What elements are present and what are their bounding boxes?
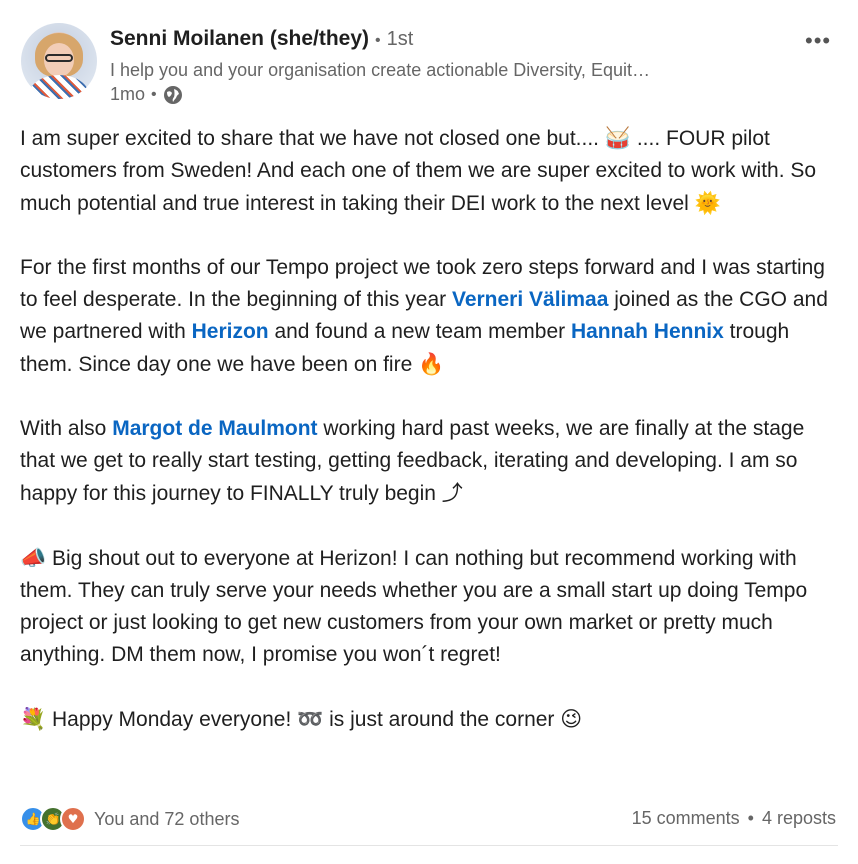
arrow-up-icon: ⤴: [441, 481, 463, 505]
love-icon: ♥: [60, 806, 86, 832]
loop-icon: ➿: [297, 707, 324, 731]
text-segment: Big shout out to everyone at Herizon! I …: [20, 547, 808, 666]
sun-icon: 🌞: [694, 191, 721, 215]
text-segment: and found a new team member: [268, 320, 571, 343]
meta-separator: •: [151, 85, 157, 103]
reactions-summary[interactable]: 👍 👏 ♥ You and 72 others: [20, 806, 239, 832]
post-paragraph-1: I am super excited to share that we have…: [20, 122, 840, 220]
divider: [20, 845, 838, 846]
reactions-count[interactable]: You and 72 others: [94, 809, 239, 830]
post-paragraph-3: With also Margot de Maulmont working har…: [20, 413, 840, 510]
bouquet-icon: 💐: [20, 707, 47, 731]
mention-margot[interactable]: Margot de Maulmont: [112, 417, 317, 440]
fire-icon: 🔥: [418, 352, 445, 376]
more-options-icon[interactable]: •••: [805, 30, 831, 52]
mention-hannah[interactable]: Hannah Hennix: [571, 320, 724, 343]
author-name-row: Senni Moilanen (she/they) • 1st: [110, 27, 413, 51]
text-segment: Happy Monday everyone!: [46, 708, 298, 731]
wink-icon: 😉: [560, 707, 583, 731]
mention-herizon[interactable]: Herizon: [192, 320, 269, 343]
author-avatar[interactable]: [21, 23, 97, 99]
feed-post: Senni Moilanen (she/they) • 1st I help y…: [0, 0, 858, 864]
avatar-body: [29, 75, 89, 99]
text-segment: I am super excited to share that we have…: [20, 127, 605, 150]
stats-separator: •: [747, 808, 754, 828]
post-paragraph-4: 📣 Big shout out to everyone at Herizon! …: [20, 542, 840, 671]
post-meta: 1mo •: [110, 84, 183, 105]
drum-icon: 🥁: [604, 126, 631, 150]
mention-verneri[interactable]: Verneri Välimaa: [452, 288, 608, 311]
text-segment: With also: [20, 417, 113, 440]
comments-count[interactable]: 15 comments: [632, 808, 740, 829]
post-time[interactable]: 1mo: [110, 84, 145, 105]
globe-icon: [163, 85, 183, 105]
author-headline[interactable]: I help you and your organisation create …: [110, 60, 650, 81]
text-segment: is just around the corner: [323, 708, 561, 731]
reposts-count[interactable]: 4 reposts: [762, 808, 836, 829]
post-text: I am super excited to share that we have…: [20, 122, 840, 736]
author-name[interactable]: Senni Moilanen (she/they): [110, 27, 369, 51]
name-separator: •: [375, 32, 381, 49]
post-stats: 15 comments • 4 reposts: [632, 808, 836, 829]
post-paragraph-5: 💐 Happy Monday everyone! ➿ is just aroun…: [20, 703, 840, 736]
megaphone-icon: 📣: [20, 546, 47, 570]
post-paragraph-2: For the first months of our Tempo projec…: [20, 252, 840, 381]
connection-degree: 1st: [386, 28, 414, 50]
avatar-glasses: [45, 54, 73, 62]
